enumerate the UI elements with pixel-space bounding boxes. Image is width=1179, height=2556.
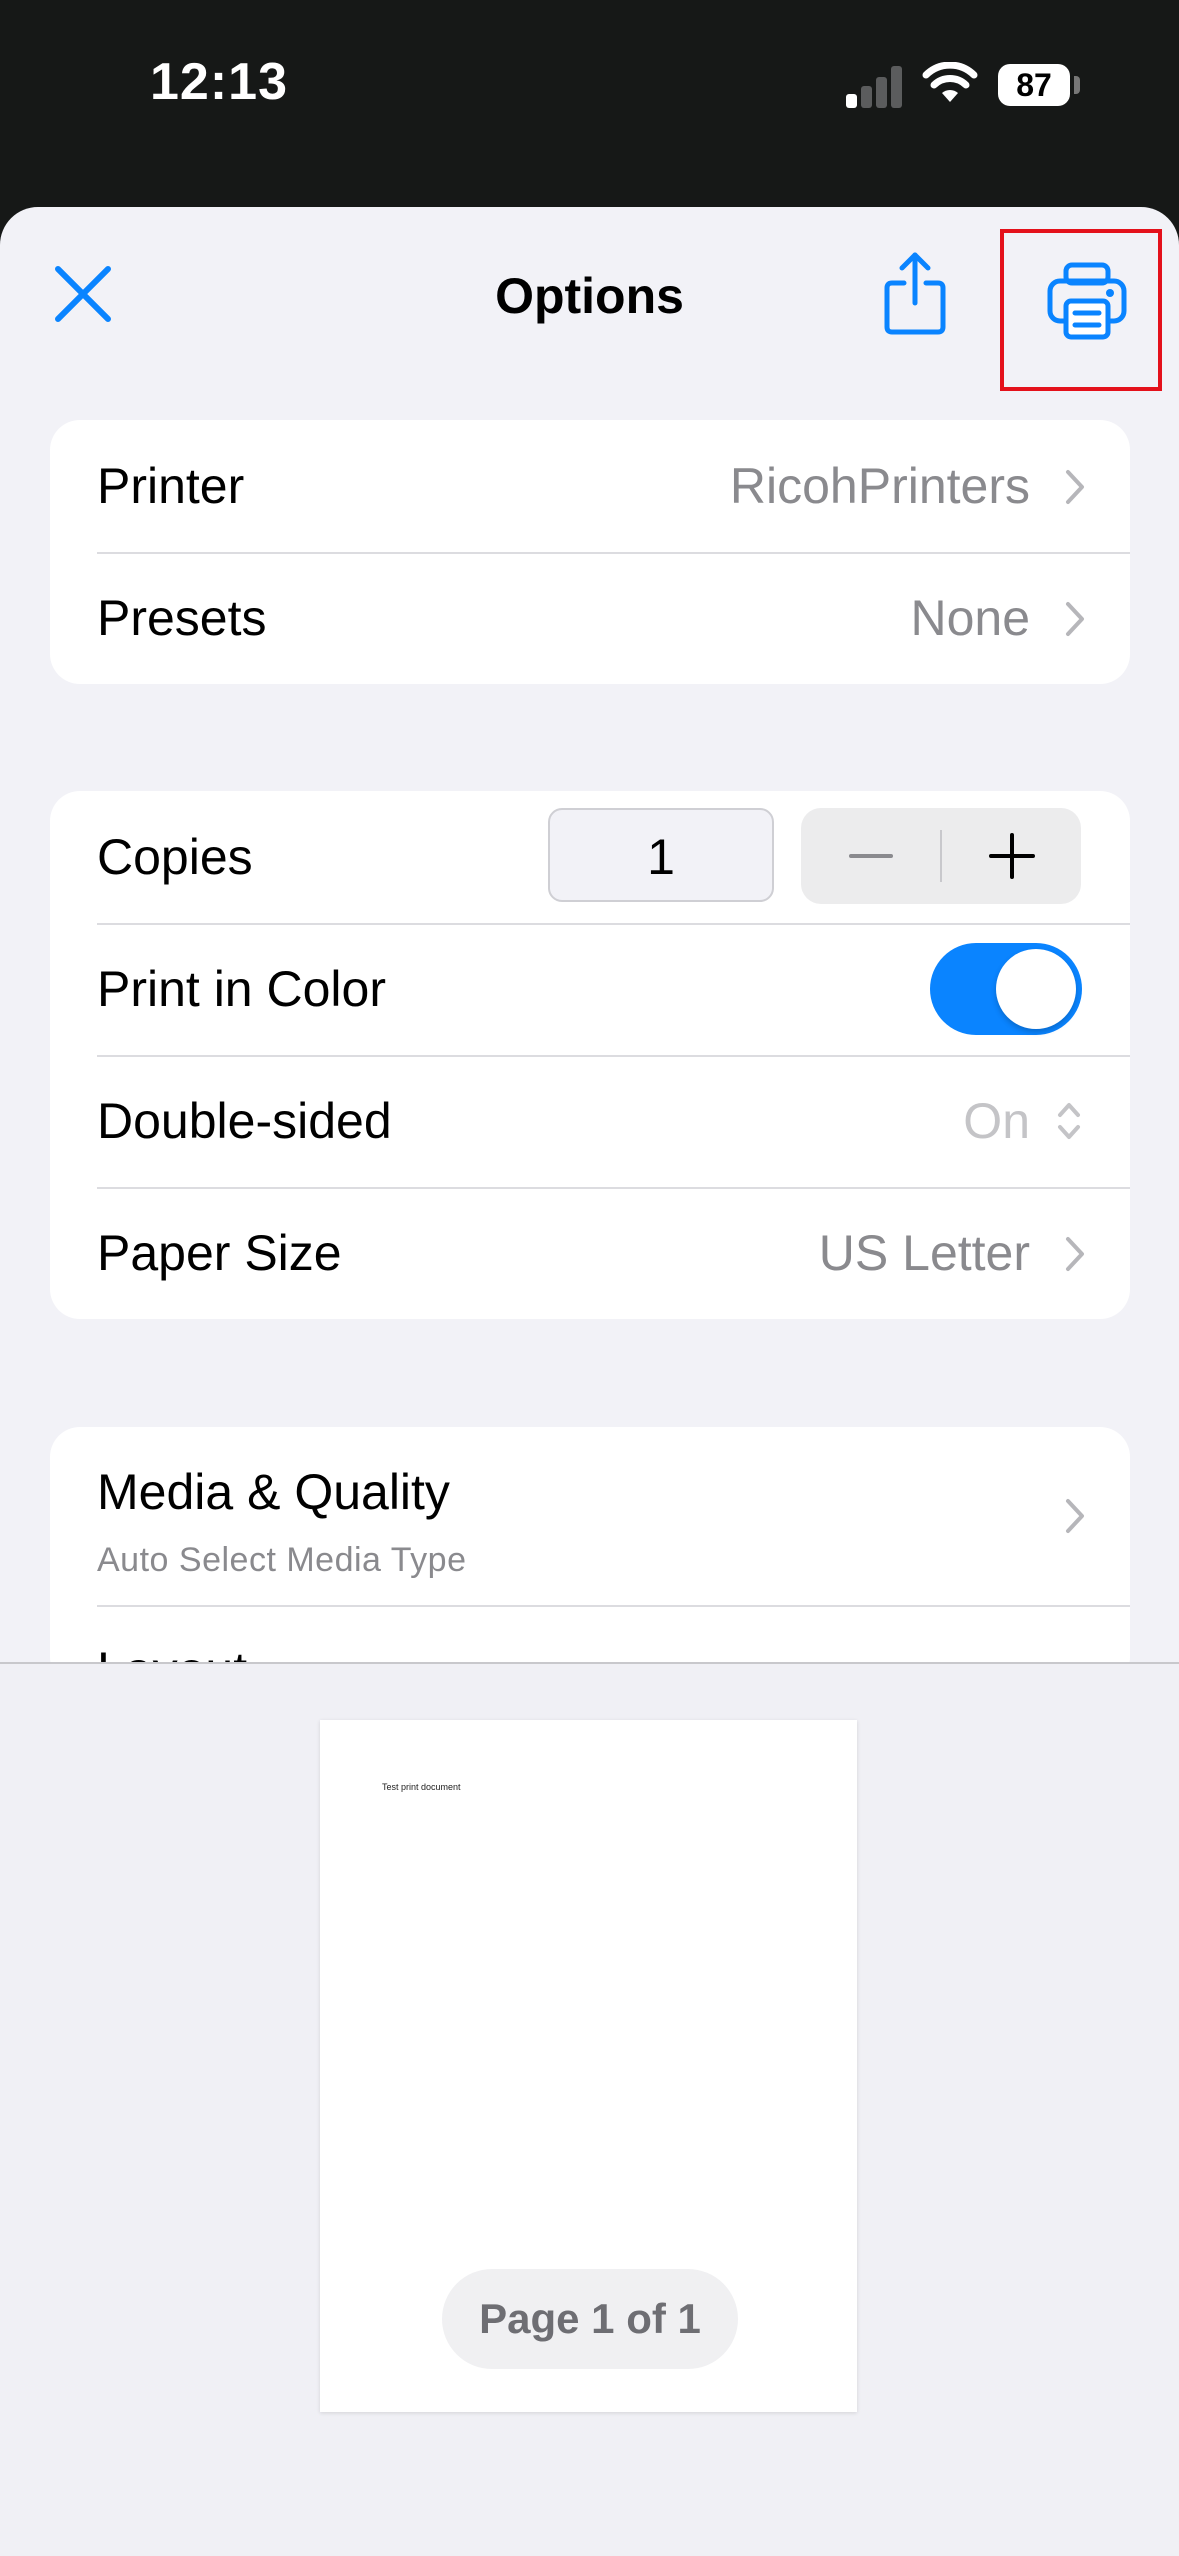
stepper-divider [940, 830, 942, 882]
media-settings-group: Media & Quality Auto Select Media Type L… [50, 1427, 1130, 1687]
battery-tip [1074, 76, 1080, 94]
printer-row[interactable]: Printer RicohPrinters [50, 420, 1130, 552]
battery-icon: 87 [998, 64, 1070, 106]
status-time: 12:13 [150, 53, 288, 111]
battery-level: 87 [1016, 67, 1052, 103]
chevron-right-icon [1066, 1499, 1084, 1533]
copies-label: Copies [97, 829, 253, 885]
print-options-sheet: Options Printer RicohPrinters Presets No… [0, 207, 1179, 2556]
paper-size-row[interactable]: Paper Size US Letter [50, 1187, 1130, 1319]
increment-button[interactable] [943, 808, 1081, 904]
decrement-button[interactable] [801, 808, 939, 904]
page-preview[interactable]: Test print document Page 1 of 1 [320, 1720, 857, 2412]
chevron-right-icon [1066, 602, 1084, 636]
copies-field[interactable]: 1 [548, 808, 774, 902]
cellular-signal-icon [846, 66, 902, 108]
chevron-right-icon [1066, 1237, 1084, 1271]
double-sided-row[interactable]: Double-sided On [50, 1055, 1130, 1187]
print-preview-area: Test print document Page 1 of 1 [0, 1662, 1179, 2556]
share-icon[interactable] [880, 247, 950, 337]
status-bar: 12:13 87 [0, 0, 1179, 210]
media-quality-row[interactable]: Media & Quality Auto Select Media Type [50, 1427, 1130, 1605]
preview-document-text: Test print document [382, 1782, 461, 1792]
chevron-up-down-icon [1058, 1103, 1080, 1139]
wifi-icon [922, 62, 978, 102]
print-in-color-row: Print in Color [50, 923, 1130, 1055]
presets-label: Presets [97, 590, 267, 646]
copies-stepper [801, 808, 1081, 904]
print-in-color-label: Print in Color [97, 961, 386, 1017]
print-in-color-toggle[interactable] [930, 943, 1082, 1035]
toggle-knob [996, 949, 1076, 1029]
print-settings-group: Copies 1 Print in Color Double-sided On … [50, 791, 1130, 1319]
printer-label: Printer [97, 458, 245, 514]
media-quality-label: Media & Quality [97, 1464, 450, 1520]
copies-row: Copies 1 [50, 791, 1130, 923]
printer-value: RicohPrinters [729, 458, 1030, 514]
page-indicator: Page 1 of 1 [442, 2269, 738, 2369]
chevron-right-icon [1066, 470, 1084, 504]
media-quality-subtitle: Auto Select Media Type [97, 1541, 467, 1579]
double-sided-label: Double-sided [97, 1093, 392, 1149]
paper-size-value: US Letter [818, 1225, 1030, 1281]
presets-row[interactable]: Presets None [50, 552, 1130, 684]
presets-value: None [910, 590, 1030, 646]
print-button-highlight [1000, 229, 1162, 391]
double-sided-value: On [963, 1093, 1030, 1149]
paper-size-label: Paper Size [97, 1225, 342, 1281]
printer-settings-group: Printer RicohPrinters Presets None [50, 420, 1130, 684]
